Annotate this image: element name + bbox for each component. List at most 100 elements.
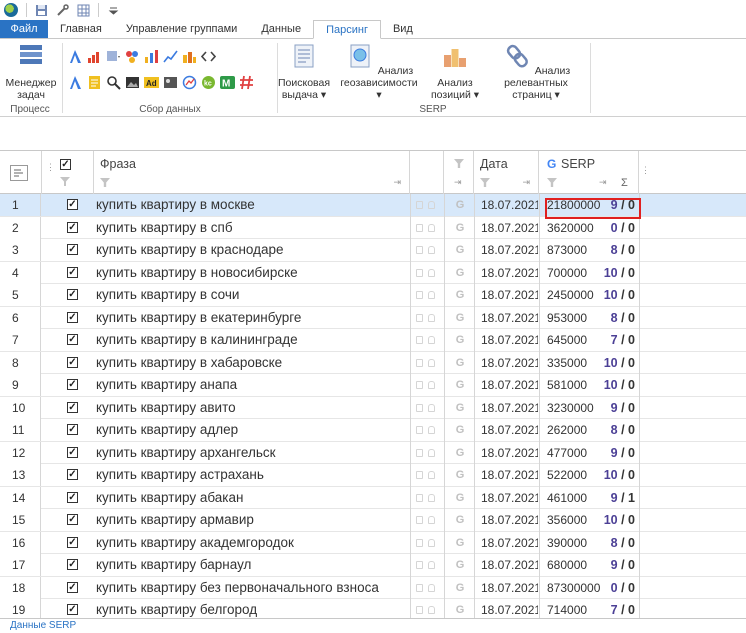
filter-icon[interactable] — [60, 177, 70, 186]
analytics-icon[interactable] — [182, 49, 197, 64]
lock-icon[interactable] — [416, 223, 423, 232]
trash-icon[interactable] — [428, 471, 435, 479]
google-icon[interactable]: G — [446, 239, 474, 261]
lock-icon[interactable] — [416, 448, 423, 457]
google-icon[interactable]: G — [446, 577, 474, 599]
lock-icon[interactable] — [416, 336, 423, 344]
google-icon[interactable]: G — [446, 352, 474, 374]
table-row[interactable]: 18 ✓ купить квартиру без первоначального в… — [0, 576, 746, 599]
phrase-cell[interactable]: купить квартиру адлер — [96, 419, 408, 441]
phrase-cell[interactable]: купить квартиру в сочи — [96, 284, 408, 306]
m-icon[interactable]: M — [220, 75, 235, 90]
task-manager-button[interactable]: Менеджер задач — [4, 43, 58, 101]
row-checkbox[interactable]: ✓ — [67, 581, 78, 593]
search-results-button[interactable]: Поисковая выдача ▾ — [278, 43, 330, 101]
grip-icon[interactable]: ⋮ — [641, 165, 650, 176]
pin-icon[interactable]: ⇥ — [522, 177, 530, 188]
serp-cell[interactable]: 461000 9 / 1 — [541, 487, 639, 509]
lock-icon[interactable] — [416, 268, 423, 277]
row-checkbox[interactable]: ✓ — [67, 446, 78, 458]
select-all-checkbox[interactable]: ✓ — [60, 159, 71, 170]
google-icon[interactable]: G — [446, 397, 474, 419]
trash-icon[interactable] — [428, 268, 435, 277]
lock-icon[interactable] — [416, 538, 423, 547]
lock-icon[interactable] — [416, 561, 423, 569]
google-icon[interactable]: G — [446, 284, 474, 306]
tab-parsing[interactable]: Парсинг — [313, 20, 381, 39]
customize-dropdown-icon[interactable] — [107, 4, 120, 17]
google-icon[interactable]: G — [446, 509, 474, 531]
trend-icon[interactable] — [163, 49, 178, 64]
tab-group-management[interactable]: Управление группами — [114, 20, 249, 38]
google-chart-icon[interactable] — [182, 75, 197, 90]
google-icon[interactable]: G — [446, 532, 474, 554]
trash-icon[interactable] — [428, 538, 435, 547]
phrase-cell[interactable]: купить квартиру в москве — [96, 194, 408, 216]
header-serp[interactable]: G SERP ⇥ Σ — [539, 151, 639, 194]
sum-icon[interactable]: Σ — [621, 177, 628, 189]
row-checkbox[interactable]: ✓ — [67, 514, 78, 525]
filter-icon[interactable] — [547, 178, 557, 187]
row-checkbox[interactable]: ✓ — [67, 199, 78, 210]
lock-icon[interactable] — [416, 246, 423, 254]
document-icon[interactable] — [87, 75, 102, 90]
row-checkbox[interactable]: ✓ — [67, 604, 78, 615]
hashtag-icon[interactable] — [239, 75, 254, 90]
adwords-alt-icon[interactable] — [68, 75, 83, 90]
lock-icon[interactable] — [416, 381, 423, 389]
tools-icon[interactable] — [56, 3, 69, 17]
serp-cell[interactable]: 953000 8 / 0 — [541, 307, 639, 329]
header-phrase[interactable]: Фраза ⇥ — [94, 151, 410, 194]
lock-icon[interactable] — [416, 291, 423, 299]
table-row[interactable]: 2 ✓ купить квартиру в спб G 18.07.2021 362000… — [0, 216, 746, 239]
serp-cell[interactable]: 335000 10 / 0 — [541, 352, 639, 374]
tab-file[interactable]: Файл — [0, 20, 48, 38]
lock-icon[interactable] — [416, 493, 423, 502]
row-checkbox[interactable]: ✓ — [67, 491, 78, 503]
trash-icon[interactable] — [428, 583, 435, 592]
grid-icon[interactable] — [77, 4, 90, 17]
pin-icon[interactable]: ⇥ — [393, 177, 401, 188]
phrase-cell[interactable]: купить квартиру в спб — [96, 217, 408, 239]
table-row[interactable]: 17 ✓ купить квартиру барнаул G 18.07.2021 680… — [0, 554, 746, 577]
row-checkbox[interactable]: ✓ — [67, 334, 78, 345]
position-analysis-button[interactable]: Анализ позиций ▾ — [430, 43, 480, 101]
google-icon[interactable]: G — [446, 329, 474, 351]
row-checkbox[interactable]: ✓ — [67, 401, 78, 413]
trash-icon[interactable] — [428, 516, 435, 524]
table-row[interactable]: 5 ✓ купить квартиру в сочи G 18.07.2021 24500… — [0, 284, 746, 307]
lock-icon[interactable] — [416, 426, 423, 434]
trash-icon[interactable] — [428, 606, 435, 614]
serp-cell[interactable]: 356000 10 / 0 — [541, 509, 639, 531]
image-alt-icon[interactable] — [163, 75, 178, 90]
phrase-cell[interactable]: купить квартиру архангельск — [96, 442, 408, 464]
table-row[interactable]: 11 ✓ купить квартиру адлер G 18.07.2021 26200… — [0, 419, 746, 442]
serp-cell[interactable]: 522000 10 / 0 — [541, 464, 639, 486]
pin-icon[interactable]: ⇥ — [454, 177, 462, 188]
table-row[interactable]: 15 ✓ купить квартиру армавир G 18.07.2021 356… — [0, 509, 746, 532]
table-row[interactable]: 13 ✓ купить квартиру астрахань G 18.07.2021 5… — [0, 464, 746, 487]
ad-icon[interactable]: Ad — [144, 75, 159, 90]
lock-icon[interactable] — [416, 403, 423, 412]
serp-cell[interactable]: 3230000 9 / 0 — [541, 397, 639, 419]
trash-icon[interactable] — [428, 358, 435, 367]
trash-icon[interactable] — [428, 313, 435, 322]
row-checkbox[interactable]: ✓ — [67, 289, 78, 300]
trash-icon[interactable] — [428, 561, 435, 569]
row-checkbox[interactable]: ✓ — [67, 311, 78, 323]
save-icon[interactable] — [35, 4, 48, 17]
trash-icon[interactable] — [428, 201, 435, 209]
geo-analysis-button[interactable]: Анализ геозависимости ▾ — [338, 43, 420, 101]
serp-cell[interactable]: 700000 10 / 0 — [541, 262, 639, 284]
serp-cell[interactable]: 87300000 0 / 0 — [541, 577, 639, 599]
google-icon[interactable]: G — [446, 554, 474, 576]
bar-chart-icon[interactable] — [87, 49, 102, 64]
column-chooser-icon[interactable] — [10, 165, 28, 181]
filter-icon[interactable] — [480, 178, 490, 187]
table-row[interactable]: 6 ✓ купить квартиру в екатеринбурге G 18.07.… — [0, 306, 746, 329]
trash-icon[interactable] — [428, 223, 435, 232]
google-icon[interactable]: G — [446, 442, 474, 464]
pin-icon[interactable]: ⇥ — [599, 177, 607, 188]
phrase-cell[interactable]: купить квартиру барнаул — [96, 554, 408, 576]
trash-icon[interactable] — [428, 246, 435, 254]
